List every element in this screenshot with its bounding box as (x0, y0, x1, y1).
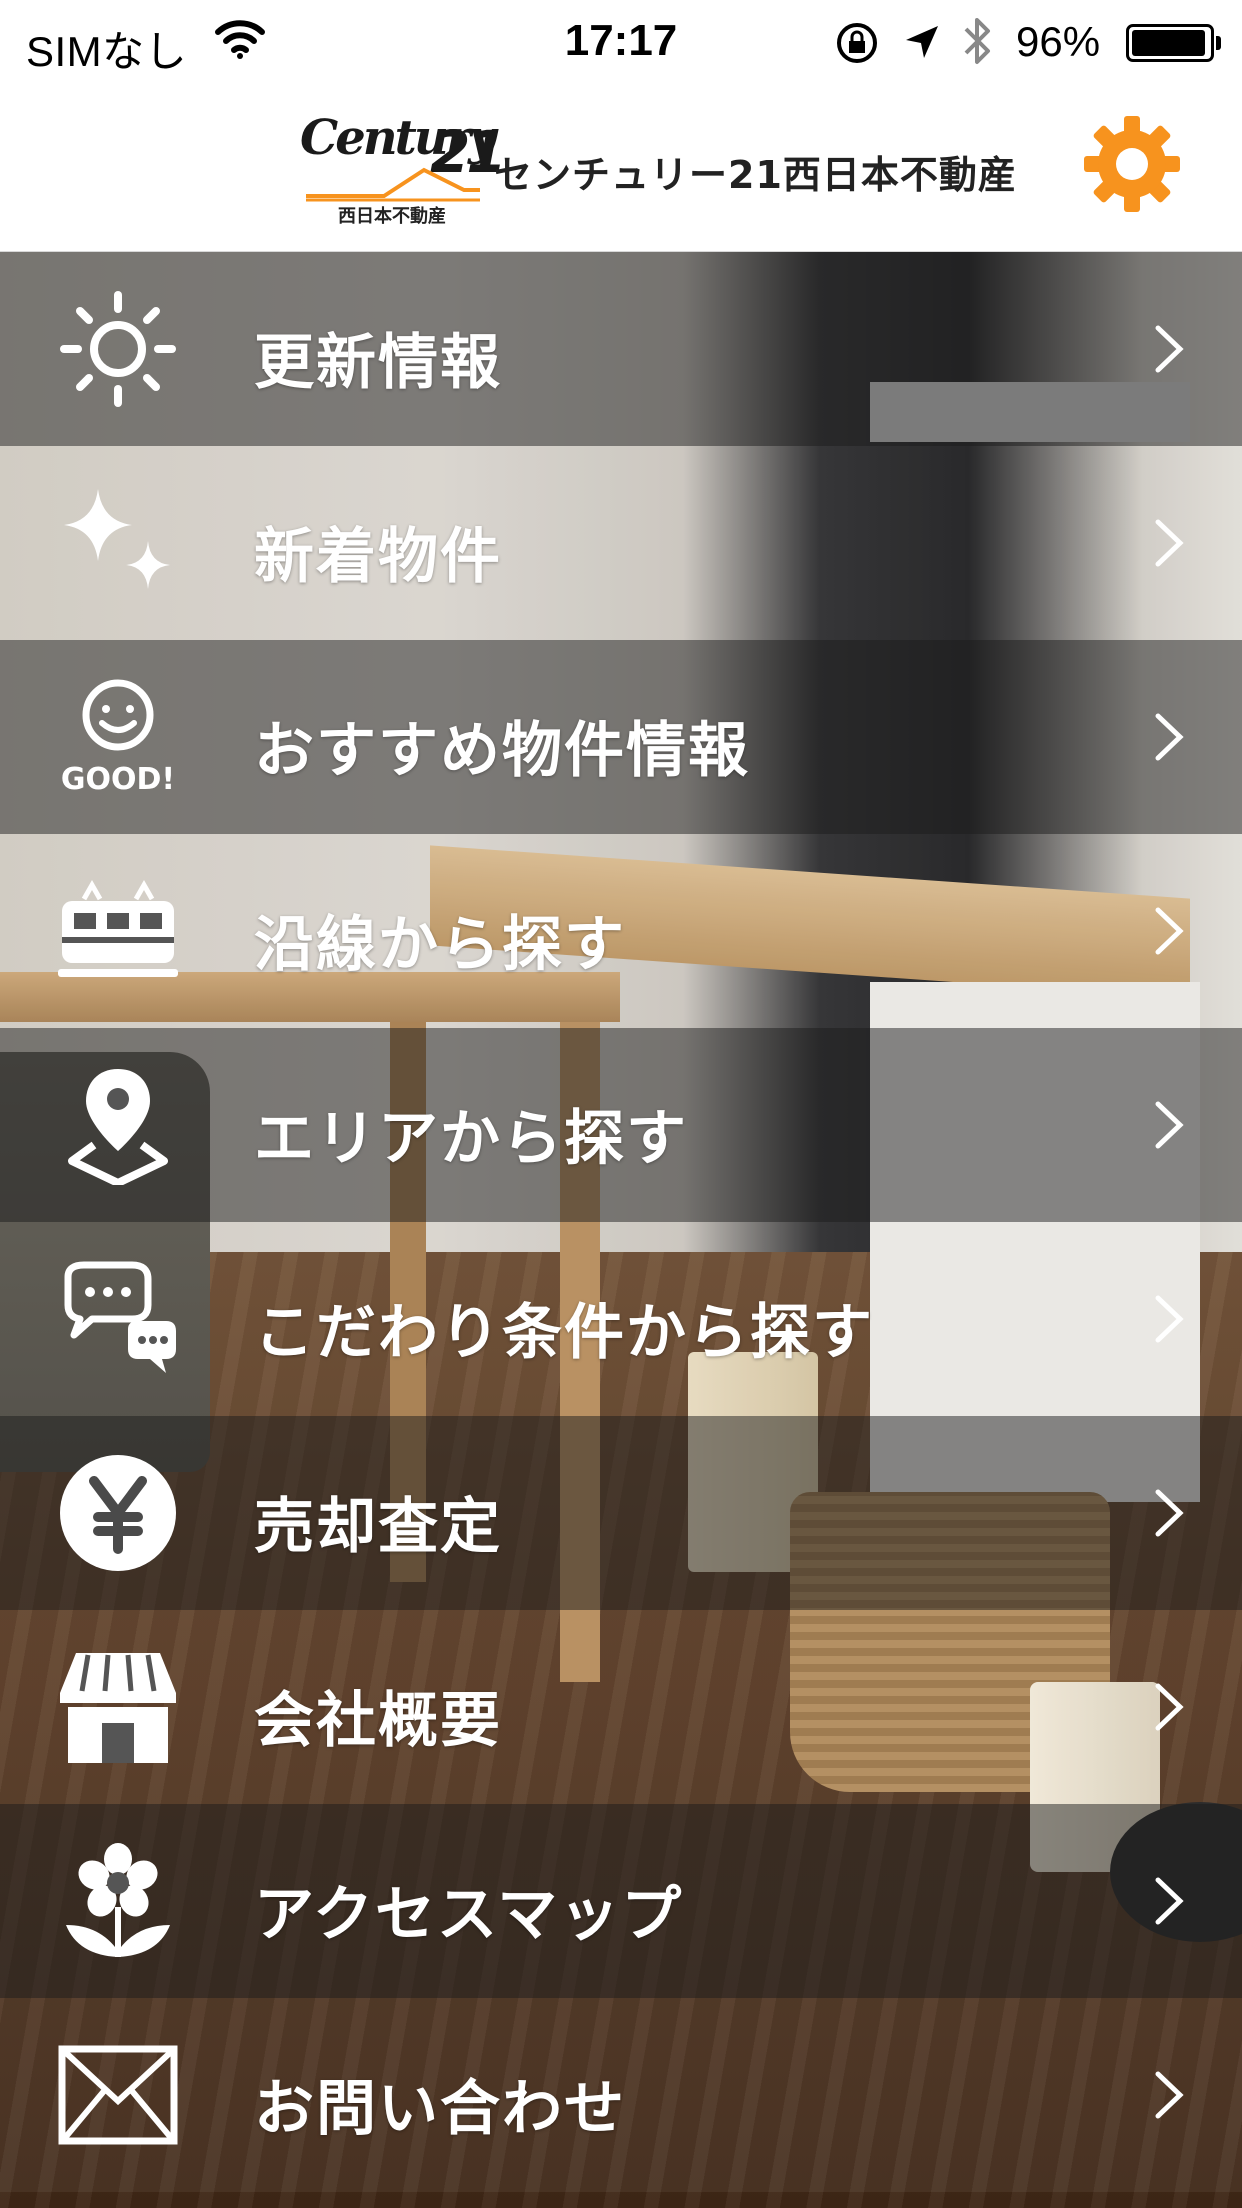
status-bar: SIMなし 17:17 96% (0, 0, 1242, 84)
menu-item-access-map[interactable]: アクセスマップ (0, 1804, 1242, 1998)
battery-percent: 96% (1016, 18, 1101, 65)
menu-item-label: 新着物件 (254, 522, 502, 592)
chevron-right-icon (1155, 1683, 1184, 1731)
chevron-right-icon (1155, 325, 1184, 373)
chevron-right-icon (1155, 1877, 1184, 1925)
flower-icon (66, 1843, 170, 1957)
menu-item-label: エリアから探す (254, 1104, 688, 1174)
chevron-right-icon (1155, 519, 1184, 567)
chevron-right-icon (1155, 2071, 1184, 2119)
menu-item-sale-appraisal[interactable]: 売却査定 (0, 1416, 1242, 1610)
menu-item-label: 会社概要 (254, 1686, 502, 1756)
logo-roof-icon (306, 167, 480, 202)
train-icon (58, 879, 178, 977)
chevron-right-icon (1155, 1295, 1184, 1343)
app-header: Century 21 西日本不動産 センチュリー21西日本不動産 (0, 84, 1242, 252)
menu-item-label: 売却査定 (254, 1492, 502, 1562)
menu-item-search-by-conditions[interactable]: こだわり条件から探す (0, 1222, 1242, 1416)
yen-icon (60, 1455, 176, 1571)
sun-icon (60, 291, 176, 407)
battery-icon (1126, 24, 1221, 62)
chevron-right-icon (1155, 907, 1184, 955)
menu-item-label: アクセスマップ (254, 1880, 684, 1950)
gear-icon[interactable] (1082, 114, 1182, 214)
century21-logo[interactable]: Century 21 西日本不動産 (300, 110, 507, 230)
menu-item-label: お問い合わせ (254, 2074, 626, 2144)
mail-icon (58, 2045, 178, 2145)
menu-item-label: 沿線から探す (254, 910, 626, 980)
bluetooth-icon (964, 18, 990, 64)
chevron-right-icon (1155, 1489, 1184, 1537)
good-smiley-icon: GOOD! (61, 679, 175, 797)
menu-item-updates[interactable]: 更新情報 (0, 252, 1242, 446)
menu-item-contact[interactable]: お問い合わせ (0, 1998, 1242, 2192)
logo-subtitle: 西日本不動産 (338, 206, 446, 227)
menu-item-recommended[interactable]: GOOD! おすすめ物件情報 (0, 640, 1242, 834)
sparkle-icon (64, 489, 170, 589)
menu-item-search-by-area[interactable]: エリアから探す (0, 1028, 1242, 1222)
location-arrow-icon (906, 26, 938, 58)
svg-text:GOOD!: GOOD! (61, 762, 175, 797)
chevron-right-icon (1155, 1101, 1184, 1149)
map-pin-icon (68, 1069, 168, 1185)
chat-bubbles-icon (64, 1261, 176, 1373)
menu-item-label: おすすめ物件情報 (254, 716, 750, 786)
menu-item-search-by-line[interactable]: 沿線から探す (0, 834, 1242, 1028)
chevron-right-icon (1155, 713, 1184, 761)
menu-item-new-properties[interactable]: 新着物件 (0, 446, 1242, 640)
company-name: センチュリー21西日本不動産 (494, 153, 1017, 197)
store-icon (60, 1653, 176, 1763)
menu-item-company-profile[interactable]: 会社概要 (0, 1610, 1242, 1804)
main-menu: 更新情報 新着物件 GOOD! おすすめ物件情報 沿線から探す エリアから探す … (0, 252, 1242, 2208)
rotation-lock-icon (837, 23, 877, 63)
menu-item-label: 更新情報 (254, 328, 502, 398)
menu-item-label: こだわり条件から探す (254, 1298, 874, 1368)
